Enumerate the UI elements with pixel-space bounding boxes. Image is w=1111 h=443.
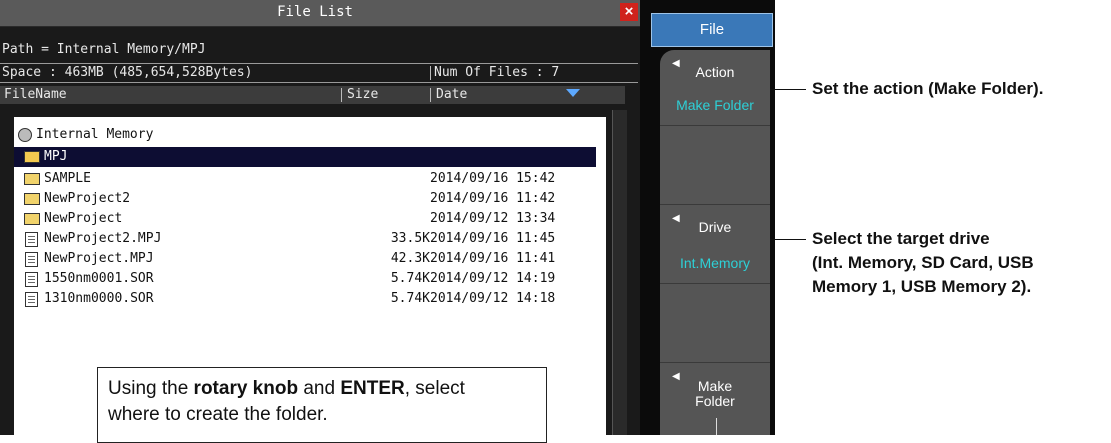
instrument-screen: File List × Path = Internal Memory/MPJ S…: [0, 0, 775, 443]
blank-softkey: [660, 284, 770, 363]
file-date: 2014/09/16 11:45: [430, 231, 556, 246]
annotation-action: Set the action (Make Folder).: [812, 79, 1044, 98]
column-divider: [341, 88, 342, 102]
leader-line: [770, 89, 806, 90]
column-header-row: FileName Size Date: [0, 86, 625, 104]
file-date: 2014/09/16 11:41: [430, 251, 556, 266]
tree-root-label: Internal Memory: [36, 127, 154, 142]
file-name: NewProject: [44, 211, 123, 226]
list-item[interactable]: NewProject.MPJ 42.3K 2014/09/16 11:41: [14, 249, 596, 269]
file-date: 2014/09/12 14:19: [430, 271, 556, 286]
column-header-size[interactable]: Size: [347, 87, 378, 102]
file-date: 2014/09/12 14:18: [430, 291, 556, 306]
dialog-title: File List: [277, 4, 353, 20]
leader-line: [716, 418, 717, 435]
column-divider: [430, 66, 431, 80]
callout-text: Using the: [108, 378, 194, 399]
selected-folder-label: MPJ: [44, 149, 68, 164]
dialog-titlebar: File List ×: [0, 0, 640, 27]
close-button[interactable]: ×: [620, 3, 638, 21]
file-menu-tab[interactable]: File: [651, 13, 773, 47]
file-icon: [25, 252, 38, 267]
folder-icon: [24, 213, 40, 225]
callout-line-1: Using the rotary knob and ENTER, select: [108, 376, 465, 402]
drive-label: Drive: [698, 219, 732, 235]
file-size: 33.5K: [390, 231, 430, 246]
soft-key-panel: File ◀ Action Make Folder ◀ Drive Int.Me…: [640, 0, 775, 435]
make-folder-softkey[interactable]: ◀ Make Folder: [660, 363, 770, 435]
selected-folder-row[interactable]: MPJ: [14, 147, 596, 167]
file-size: 5.74K: [390, 271, 430, 286]
callout-bold-enter: ENTER: [340, 378, 405, 399]
drive-icon: [18, 128, 32, 142]
file-name: SAMPLE: [44, 171, 91, 186]
column-header-date[interactable]: Date: [436, 87, 467, 102]
list-item[interactable]: SAMPLE 2014/09/16 15:42: [14, 169, 596, 189]
file-name: 1310nm0000.SOR: [44, 291, 154, 306]
file-name: NewProject2.MPJ: [44, 231, 162, 246]
action-value: Make Folder: [676, 97, 754, 113]
file-icon: [25, 292, 38, 307]
path-label: Path = Internal Memory/MPJ: [2, 42, 206, 57]
num-files-label: Num Of Files : 7: [434, 65, 560, 80]
folder-icon: [24, 173, 40, 185]
file-icon: [25, 232, 38, 247]
space-info-row: Space : 463MB (485,654,528Bytes) Num Of …: [0, 63, 638, 83]
annotation-drive-3: Memory 1, USB Memory 2).: [812, 277, 1032, 296]
column-divider: [430, 88, 431, 102]
list-scrollbar[interactable]: [612, 110, 627, 435]
open-folder-icon: [24, 151, 40, 163]
file-list-dialog: File List × Path = Internal Memory/MPJ S…: [0, 0, 640, 443]
folder-icon: [24, 193, 40, 205]
file-date: 2014/09/16 11:42: [430, 191, 556, 206]
file-size: 42.3K: [390, 251, 430, 266]
list-item[interactable]: NewProject2 2014/09/16 11:42: [14, 189, 596, 209]
file-date: 2014/09/12 13:34: [430, 211, 556, 226]
instruction-callout: Using the rotary knob and ENTER, select …: [97, 367, 547, 443]
blank-softkey: [660, 126, 770, 205]
action-softkey[interactable]: ◀ Action Make Folder: [660, 50, 770, 126]
list-item[interactable]: NewProject2.MPJ 33.5K 2014/09/16 11:45: [14, 229, 596, 249]
list-item[interactable]: 1310nm0000.SOR 5.74K 2014/09/12 14:18: [14, 289, 596, 309]
file-icon: [25, 272, 38, 287]
list-item[interactable]: NewProject 2014/09/12 13:34: [14, 209, 596, 229]
tree-root-row[interactable]: Internal Memory: [14, 125, 596, 145]
file-size: 5.74K: [390, 291, 430, 306]
list-item[interactable]: 1550nm0001.SOR 5.74K 2014/09/12 14:19: [14, 269, 596, 289]
space-label: Space : 463MB (485,654,528Bytes): [2, 65, 253, 80]
callout-line-2: where to create the folder.: [108, 404, 328, 425]
drive-softkey[interactable]: ◀ Drive Int.Memory: [660, 205, 770, 284]
callout-text: , select: [404, 378, 465, 399]
file-name: NewProject.MPJ: [44, 251, 154, 266]
annotation-drive-2: (Int. Memory, SD Card, USB: [812, 253, 1034, 272]
action-label: Action: [695, 64, 735, 80]
drive-value: Int.Memory: [679, 255, 750, 271]
file-name: NewProject2: [44, 191, 131, 206]
column-header-filename[interactable]: FileName: [4, 87, 67, 102]
make-folder-label-1: Make: [697, 378, 733, 394]
file-name: 1550nm0001.SOR: [44, 271, 154, 286]
callout-bold-rotary-knob: rotary knob: [193, 378, 299, 399]
file-date: 2014/09/16 15:42: [430, 171, 556, 186]
make-folder-label-2: Folder: [695, 393, 735, 409]
sort-down-icon[interactable]: [566, 89, 580, 97]
annotation-drive-1: Select the target drive: [812, 229, 990, 248]
soft-key-menu: ◀ Action Make Folder ◀ Drive Int.Memory …: [660, 50, 770, 435]
leader-line: [770, 239, 806, 240]
callout-text: and: [298, 378, 341, 399]
